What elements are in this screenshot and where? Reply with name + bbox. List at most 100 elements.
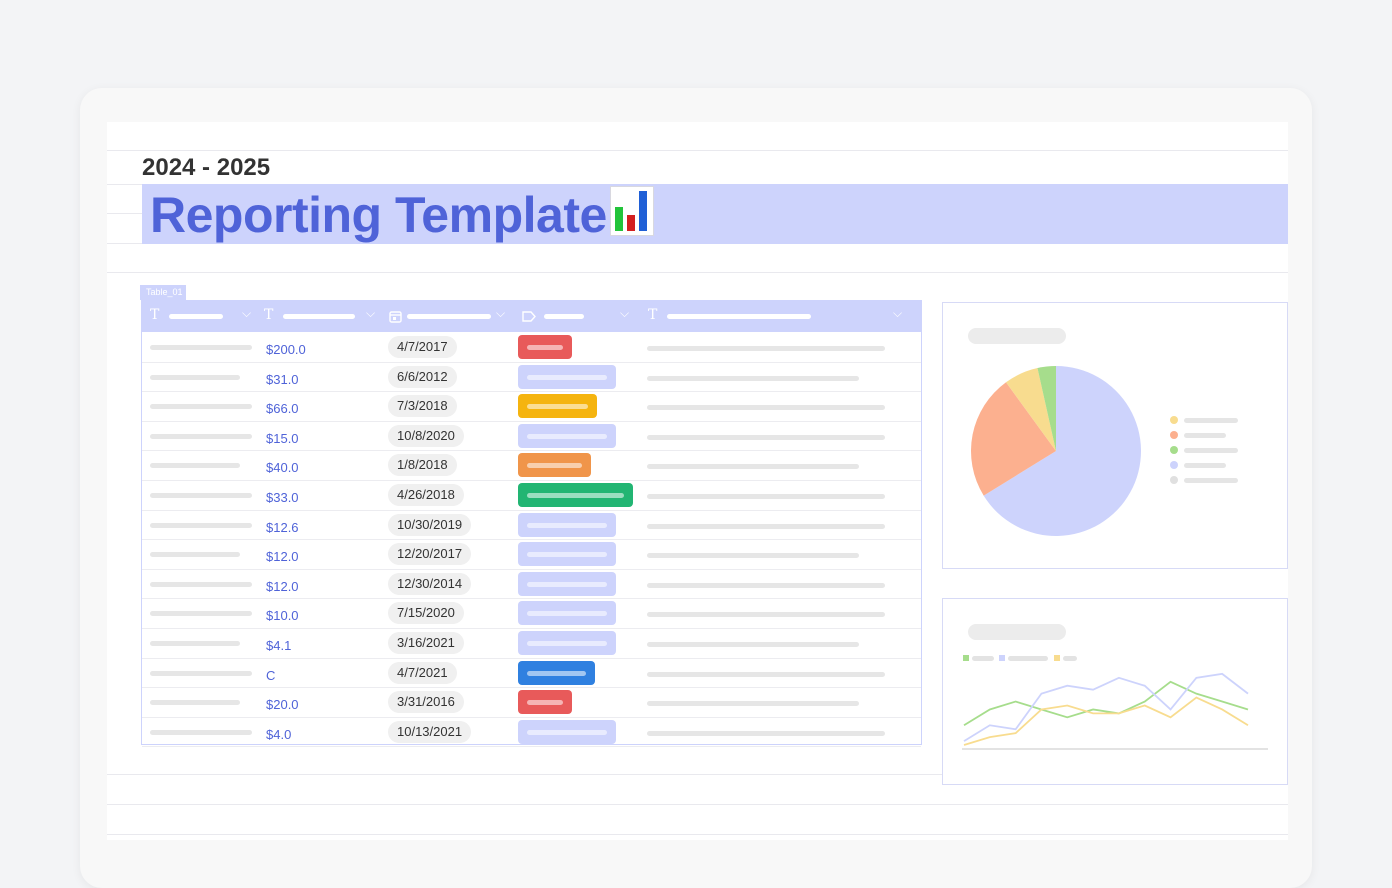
date-cell[interactable]: 12/20/2017 [388,543,472,566]
bar-chart-emoji-icon [610,186,654,236]
tag-label-placeholder [527,641,607,646]
cell-text-placeholder [150,670,252,676]
date-cell[interactable]: 4/7/2021 [388,661,457,684]
label-tag[interactable] [518,571,616,596]
table-row[interactable]: $12.0 12/30/2014 [142,569,921,600]
label-tag[interactable] [518,601,616,626]
column-label-placeholder [667,314,811,319]
date-cell[interactable]: 10/8/2020 [388,424,464,447]
table-row[interactable]: $4.1 3/16/2021 [142,628,921,659]
label-tag[interactable] [518,660,595,685]
data-table[interactable]: T ⌵ T ⌵ ⌵ ⌵ T ⌵ $200.0 4/7/2017 $31.0 6/… [141,300,922,748]
column-header[interactable]: ⌵ [510,301,640,332]
legend-swatch [1170,476,1178,484]
table-row[interactable]: $31.0 6/6/2012 [142,362,921,393]
chart-title-placeholder [968,328,1066,344]
cell-text-placeholder [647,730,885,736]
title-banner[interactable]: Reporting Template [142,184,1288,244]
date-cell[interactable]: 1/8/2018 [388,454,457,477]
date-cell[interactable]: 3/31/2016 [388,691,464,714]
table-name-tag[interactable]: Table_01 [140,285,186,300]
cell-text-placeholder [647,405,885,411]
cell-text-placeholder [150,552,240,558]
label-tag[interactable] [518,394,597,419]
page-title: Reporting Template [150,187,607,243]
chevron-down-icon[interactable]: ⌵ [893,306,902,321]
column-label-placeholder [544,314,584,319]
legend-label-placeholder [1184,463,1226,468]
label-tag[interactable] [518,483,633,507]
amount-cell[interactable]: $12.0 [266,579,299,594]
tag-label-placeholder [527,552,607,558]
amount-cell[interactable]: $20.0 [266,697,299,712]
table-row[interactable]: $15.0 10/8/2020 [142,421,921,452]
amount-cell[interactable]: $200.0 [266,342,306,357]
table-row[interactable]: $12.0 12/20/2017 [142,539,921,570]
series-line[interactable] [963,672,1249,742]
text-type-icon: T [150,307,160,323]
amount-cell[interactable]: $12.0 [266,549,299,564]
legend-label-placeholder [1184,433,1226,438]
table-row[interactable]: $33.0 4/26/2018 [142,480,921,511]
amount-cell[interactable]: $33.0 [266,490,299,505]
cell-text-placeholder [150,522,252,528]
table-row[interactable]: $10.0 7/15/2020 [142,598,921,629]
amount-cell[interactable]: $12.6 [266,520,299,535]
amount-cell[interactable]: $40.0 [266,460,299,475]
date-cell[interactable]: 10/30/2019 [388,513,472,536]
date-cell[interactable]: 4/26/2018 [388,484,464,506]
date-cell[interactable]: 3/16/2021 [388,632,464,654]
chevron-down-icon[interactable]: ⌵ [366,306,375,321]
column-label-placeholder [407,314,491,319]
amount-cell[interactable]: $10.0 [266,608,299,623]
table-row[interactable]: $200.0 4/7/2017 [142,332,921,363]
year-range[interactable]: 2024 - 2025 [142,154,270,182]
tag-label-placeholder [527,433,607,439]
cell-text-placeholder [647,612,885,618]
column-header[interactable]: T ⌵ [256,301,380,332]
label-tag[interactable] [518,542,616,567]
amount-cell[interactable]: $4.0 [266,727,291,742]
date-cell[interactable]: 6/6/2012 [388,365,457,388]
amount-cell[interactable]: $4.1 [266,638,291,653]
grid-line [107,804,1288,805]
chevron-down-icon[interactable]: ⌵ [496,306,505,321]
table-row[interactable]: C 4/7/2021 [142,658,921,689]
date-cell[interactable]: 7/15/2020 [388,602,464,625]
amount-cell[interactable]: $15.0 [266,431,299,446]
table-row[interactable]: $4.0 10/13/2021 [142,717,921,748]
column-header[interactable]: T ⌵ [142,301,256,332]
date-cell[interactable]: 7/3/2018 [388,395,457,418]
column-header[interactable]: T ⌵ [640,301,921,332]
chevron-down-icon[interactable]: ⌵ [620,306,629,321]
date-cell[interactable]: 10/13/2021 [388,720,472,743]
grid-line [107,150,1288,151]
cell-text-placeholder [647,464,859,470]
tag-label-placeholder [527,729,607,735]
label-tag[interactable] [518,690,572,715]
emoji-bar-red [627,215,635,231]
label-tag[interactable] [518,631,616,655]
amount-cell[interactable]: $31.0 [266,372,299,387]
label-tag[interactable] [518,335,572,359]
date-cell[interactable]: 12/30/2014 [388,572,472,595]
label-tag[interactable] [518,423,616,448]
label-tag[interactable] [518,364,616,389]
chevron-down-icon[interactable]: ⌵ [242,306,251,321]
table-row[interactable]: $40.0 1/8/2018 [142,450,921,481]
label-tag[interactable] [518,719,616,744]
label-tag[interactable] [518,453,591,478]
table-row[interactable]: $12.6 10/30/2019 [142,510,921,541]
date-cell[interactable]: 4/7/2017 [388,336,457,358]
tag-label-placeholder [527,345,563,350]
table-row[interactable]: $20.0 3/31/2016 [142,687,921,718]
amount-cell[interactable]: C [266,668,275,683]
series-line[interactable] [963,680,1249,727]
cell-text-placeholder [647,494,885,499]
cell-text-placeholder [647,701,859,707]
table-row[interactable]: $66.0 7/3/2018 [142,391,921,422]
amount-cell[interactable]: $66.0 [266,401,299,416]
tag-label-placeholder [527,493,624,498]
column-header[interactable]: ⌵ [380,301,510,332]
label-tag[interactable] [518,512,616,537]
